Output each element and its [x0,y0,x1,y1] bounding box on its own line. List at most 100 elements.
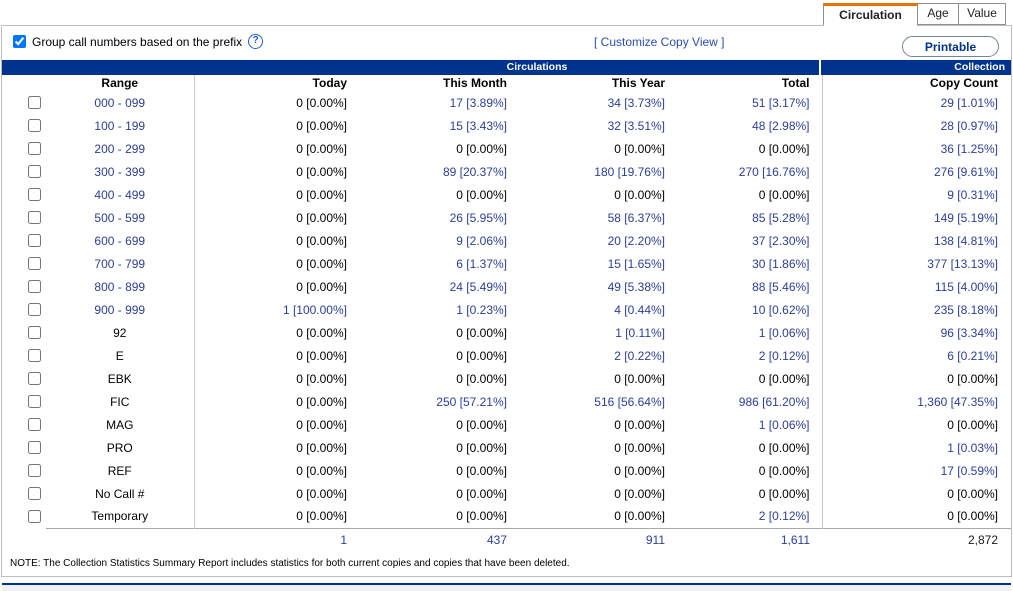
row-checkbox[interactable] [28,257,41,270]
range-label[interactable]: 000 - 099 [94,96,145,110]
table-row: 500 - 599 0 [0.00%] 26 [5.95%] 58 [6.37%… [2,206,1011,229]
row-checkbox[interactable] [28,510,41,523]
total-cell: 37 [2.30%] [672,229,822,252]
help-icon[interactable]: ? [248,34,263,49]
copy-count-cell: 0 [0.00%] [822,482,1011,505]
range-label[interactable]: 700 - 799 [94,257,145,271]
row-checkbox[interactable] [28,395,41,408]
copy-count-cell: 0 [0.00%] [822,367,1011,390]
range-label: E [116,349,124,363]
today-cell: 0 [0.00%] [194,206,354,229]
this-year-cell: 49 [5.38%] [514,275,672,298]
this-month-cell: 0 [0.00%] [354,505,514,528]
row-checkbox[interactable] [28,418,41,431]
this-month-cell: 0 [0.00%] [354,413,514,436]
table-row: FIC 0 [0.00%] 250 [57.21%] 516 [56.64%] … [2,390,1011,413]
this-month-cell: 250 [57.21%] [354,390,514,413]
customize-copy-view-link[interactable]: [ Customize Copy View ] [594,35,725,49]
this-year-cell: 0 [0.00%] [514,367,672,390]
column-header-this-year: This Year [514,75,672,91]
statistics-table: Range Today This Month This Year Total C… [2,75,1011,552]
table-row: 92 0 [0.00%] 0 [0.00%] 1 [0.11%] 1 [0.06… [2,321,1011,344]
this-month-cell: 15 [3.43%] [354,114,514,137]
total-cell: 85 [5.28%] [672,206,822,229]
row-checkbox[interactable] [28,280,41,293]
report-panel: Group call numbers based on the prefix ?… [1,25,1012,577]
table-row: E 0 [0.00%] 0 [0.00%] 2 [0.22%] 2 [0.12%… [2,344,1011,367]
copy-count-cell: 115 [4.00%] [822,275,1011,298]
total-cell: 0 [0.00%] [672,367,822,390]
range-label[interactable]: 900 - 999 [94,303,145,317]
row-checkbox[interactable] [28,441,41,454]
today-cell: 0 [0.00%] [194,275,354,298]
copy-count-cell: 28 [0.97%] [822,114,1011,137]
row-checkbox[interactable] [28,211,41,224]
circulations-group-header: Circulations [2,60,819,75]
row-checkbox[interactable] [28,372,41,385]
group-header-bar: Circulations Collection [2,60,1011,75]
table-row: Temporary 0 [0.00%] 0 [0.00%] 0 [0.00%] … [2,505,1011,528]
copy-count-cell: 96 [3.34%] [822,321,1011,344]
row-checkbox[interactable] [28,165,41,178]
range-label[interactable]: 300 - 399 [94,165,145,179]
group-by-prefix-label: Group call numbers based on the prefix [32,35,242,49]
bottom-gap [2,585,1011,591]
controls-row: Group call numbers based on the prefix ?… [2,26,1011,60]
total-cell: 1 [0.06%] [672,413,822,436]
today-cell: 0 [0.00%] [194,137,354,160]
today-cell: 0 [0.00%] [194,459,354,482]
this-year-cell: 34 [3.73%] [514,91,672,114]
copy-count-cell: 36 [1.25%] [822,137,1011,160]
copy-count-cell: 0 [0.00%] [822,413,1011,436]
range-label[interactable]: 500 - 599 [94,211,145,225]
today-cell: 0 [0.00%] [194,252,354,275]
total-cell: 0 [0.00%] [672,436,822,459]
total-cell: 2 [0.12%] [672,344,822,367]
total-cell: 30 [1.86%] [672,252,822,275]
today-cell: 0 [0.00%] [194,367,354,390]
today-cell: 0 [0.00%] [194,91,354,114]
range-label: FIC [110,395,129,409]
printable-button[interactable]: Printable [902,36,999,57]
this-year-cell: 516 [56.64%] [514,390,672,413]
tab-age[interactable]: Age [918,3,959,25]
checkbox-column-header [2,75,46,91]
this-month-cell: 1 [0.23%] [354,298,514,321]
this-month-cell: 0 [0.00%] [354,367,514,390]
range-label[interactable]: 800 - 899 [94,280,145,294]
table-row: 600 - 699 0 [0.00%] 9 [2.06%] 20 [2.20%]… [2,229,1011,252]
row-checkbox[interactable] [28,119,41,132]
this-month-cell: 0 [0.00%] [354,482,514,505]
row-checkbox[interactable] [28,188,41,201]
range-label[interactable]: 200 - 299 [94,142,145,156]
range-label: REF [108,464,132,478]
row-checkbox[interactable] [28,96,41,109]
today-cell: 0 [0.00%] [194,114,354,137]
row-checkbox[interactable] [28,326,41,339]
total-cell: 0 [0.00%] [672,459,822,482]
table-row: 700 - 799 0 [0.00%] 6 [1.37%] 15 [1.65%]… [2,252,1011,275]
range-label: 92 [113,326,126,340]
range-label: Temporary [91,509,148,523]
row-checkbox[interactable] [28,234,41,247]
this-year-cell: 0 [0.00%] [514,459,672,482]
row-checkbox[interactable] [28,464,41,477]
column-header-range: Range [46,75,194,91]
row-checkbox[interactable] [28,142,41,155]
range-label[interactable]: 100 - 199 [94,119,145,133]
range-label[interactable]: 600 - 699 [94,234,145,248]
copy-count-cell: 6 [0.21%] [822,344,1011,367]
copy-count-cell: 0 [0.00%] [822,505,1011,528]
tab-circulation[interactable]: Circulation [823,3,918,26]
tab-value[interactable]: Value [959,3,1006,25]
range-label[interactable]: 400 - 499 [94,188,145,202]
total-cell: 0 [0.00%] [672,183,822,206]
totals-today: 1 [194,528,354,552]
this-year-cell: 0 [0.00%] [514,436,672,459]
group-by-prefix-checkbox[interactable] [13,35,26,48]
total-cell: 51 [3.17%] [672,91,822,114]
total-cell: 986 [61.20%] [672,390,822,413]
row-checkbox[interactable] [28,349,41,362]
row-checkbox[interactable] [28,487,41,500]
row-checkbox[interactable] [28,303,41,316]
